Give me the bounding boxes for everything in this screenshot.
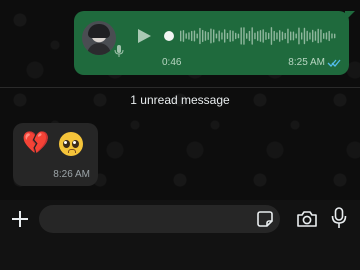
message-input[interactable] bbox=[39, 205, 280, 233]
waveform-bar bbox=[303, 27, 306, 45]
playback-scrubber[interactable] bbox=[164, 31, 174, 41]
waveform-bar bbox=[265, 32, 267, 40]
waveform-bar bbox=[328, 30, 330, 42]
waveform-bar bbox=[207, 32, 209, 40]
waveform-bar bbox=[196, 33, 198, 39]
incoming-message-bubble[interactable]: 💔 8:26 AM bbox=[13, 123, 98, 186]
waveform-bar bbox=[276, 32, 278, 40]
waveform-bar bbox=[213, 29, 215, 43]
waveform-bar bbox=[309, 32, 311, 40]
waveform-bar bbox=[188, 32, 190, 40]
waveform-bar bbox=[284, 32, 286, 40]
waveform-bar bbox=[334, 33, 336, 39]
waveform-bar bbox=[323, 33, 325, 39]
waveform-bar bbox=[331, 33, 333, 39]
emoji-row: 💔 bbox=[22, 130, 84, 157]
waveform-bar bbox=[202, 29, 204, 43]
waveform-bar bbox=[317, 28, 319, 44]
waveform-bar bbox=[320, 29, 322, 43]
message-time: 8:25 AM bbox=[288, 57, 325, 68]
sender-avatar bbox=[82, 21, 116, 55]
microphone-icon[interactable] bbox=[331, 207, 347, 229]
waveform-bar bbox=[270, 27, 273, 45]
unread-banner: 1 unread message bbox=[130, 93, 230, 107]
waveform-bar bbox=[232, 30, 234, 42]
waveform-bar bbox=[226, 32, 229, 40]
waveform-bar bbox=[262, 29, 264, 43]
waveform-bar bbox=[273, 30, 275, 42]
waveform-bar bbox=[215, 33, 218, 39]
waveform-bar bbox=[182, 30, 185, 42]
waveform-bar bbox=[292, 31, 295, 41]
waveform-bar bbox=[301, 32, 303, 40]
waveform-bar bbox=[246, 33, 248, 39]
waveform-bar bbox=[229, 30, 231, 42]
waveform-bar bbox=[235, 32, 237, 40]
waveform-bar bbox=[248, 30, 251, 42]
waveform-bar bbox=[254, 32, 256, 40]
waveform-bar bbox=[314, 31, 317, 41]
waveform-bar bbox=[290, 31, 292, 41]
waveform-bar bbox=[281, 31, 284, 41]
waveform-bar bbox=[193, 30, 196, 42]
waveform-bar bbox=[325, 32, 328, 40]
waveform-bar bbox=[210, 28, 212, 44]
waveform-bar bbox=[257, 31, 259, 41]
waveform-bar bbox=[224, 29, 226, 43]
waveform-bar bbox=[204, 31, 207, 41]
waveform-bar bbox=[298, 27, 300, 45]
waveform-bar bbox=[268, 32, 270, 40]
message-time: 8:26 AM bbox=[53, 169, 90, 180]
waveform-bar bbox=[243, 27, 245, 45]
waveform-bar bbox=[185, 33, 187, 39]
waveform-bar bbox=[237, 33, 240, 39]
waveform-bar bbox=[191, 30, 193, 42]
sticker-icon[interactable] bbox=[256, 210, 274, 228]
voice-message-bubble[interactable]: 0:46 8:25 AM bbox=[74, 11, 355, 75]
waveform-bar bbox=[199, 27, 201, 45]
play-icon[interactable] bbox=[138, 29, 151, 43]
waveform-bar bbox=[251, 27, 253, 45]
waveform-bar bbox=[180, 30, 182, 42]
waveform-bar bbox=[218, 30, 220, 42]
waveform-bar bbox=[295, 33, 297, 39]
waveform-bar bbox=[312, 29, 314, 43]
waveform-bar bbox=[306, 30, 308, 42]
pleading-face-emoji bbox=[59, 132, 84, 157]
camera-icon[interactable] bbox=[296, 210, 318, 228]
broken-heart-emoji: 💔 bbox=[22, 130, 54, 155]
plus-icon[interactable] bbox=[10, 209, 30, 229]
waveform-bar bbox=[240, 27, 242, 45]
mic-badge-icon bbox=[114, 45, 124, 57]
double-check-icon bbox=[327, 59, 341, 67]
waveform-bar bbox=[287, 28, 289, 44]
waveform-bar bbox=[259, 30, 262, 42]
audio-waveform[interactable] bbox=[166, 25, 338, 47]
waveform-bar bbox=[279, 30, 281, 42]
voice-duration: 0:46 bbox=[162, 57, 182, 68]
unread-divider bbox=[0, 87, 360, 88]
waveform-bar bbox=[221, 32, 223, 40]
